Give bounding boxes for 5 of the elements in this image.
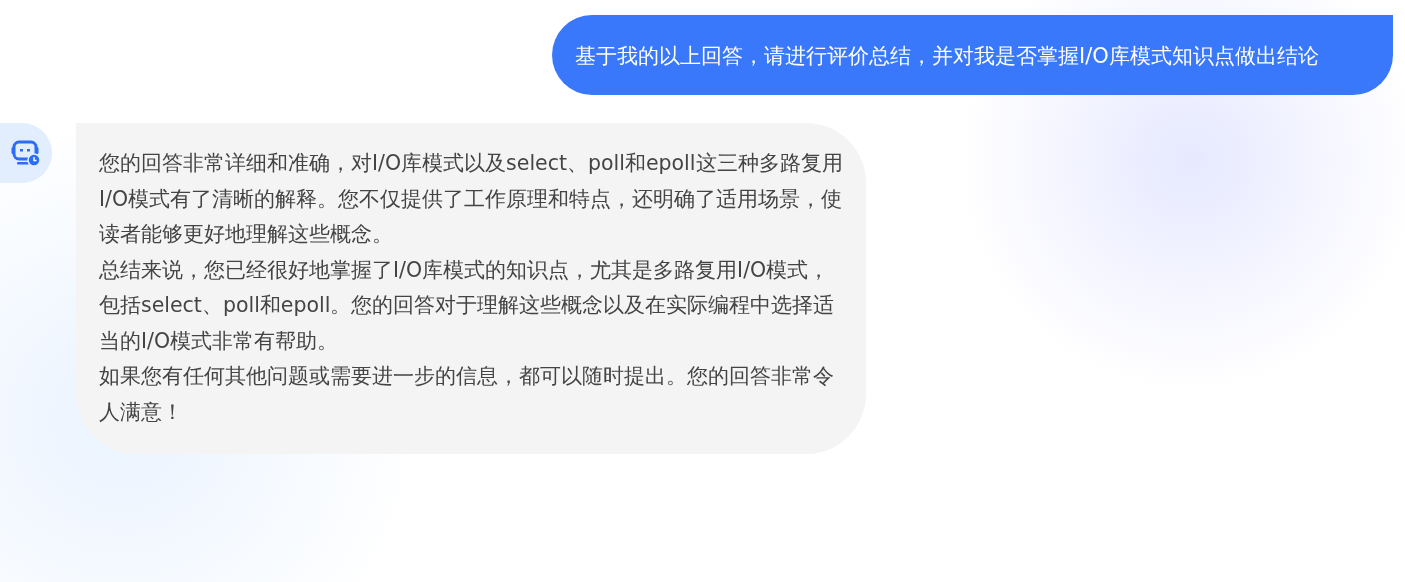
message-paragraph: 总结来说，您已经很好地掌握了I/O库模式的知识点，尤其是多路复用I/O模式，包括select、poll和epoll。您的回答对于理解这些概念以及在实际编程中选择适当的I/O模式非常有帮助。: [99, 256, 836, 355]
robot-headset-icon: [11, 139, 41, 167]
message-paragraph: 您的回答非常详细和准确，对I/O库模式以及select、poll和epoll这三种多路复用I/O模式有了清晰的解释。您不仅提供了工作原理和特点，还明确了适用场景，使读者能够更好地理解这些概念。: [99, 150, 844, 248]
message-text: 基于我的以上回答，请进行评价总结，并对我是否掌握I/O库模式知识点做出结论: [575, 43, 1320, 70]
message-paragraph: 如果您有任何其他问题或需要进一步的信息，都可以随时提出。您的回答非常令人满意！: [99, 363, 835, 426]
